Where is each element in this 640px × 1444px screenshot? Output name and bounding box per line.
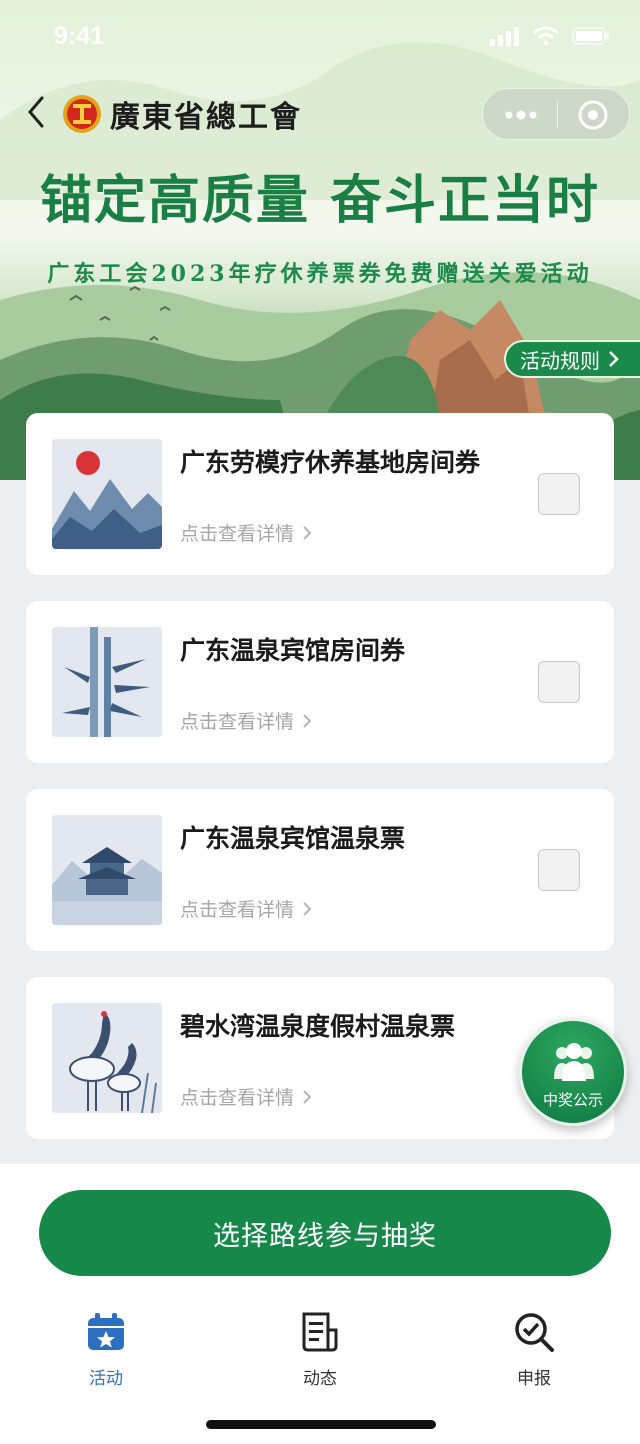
join-lottery-button[interactable]: 选择路线参与抽奖 — [39, 1190, 611, 1276]
chevron-right-icon — [303, 901, 312, 916]
tab-bar: 活动 动态 申报 — [0, 1310, 640, 1390]
select-checkbox[interactable] — [538, 661, 580, 703]
ticket-card[interactable]: 广东劳模疗休养基地房间券 点击查看详情 — [26, 413, 614, 575]
chevron-right-icon — [303, 713, 312, 728]
bamboo-painting — [52, 627, 162, 737]
close-target-icon[interactable] — [577, 99, 609, 131]
chevron-right-icon — [303, 1089, 312, 1104]
detail-link-label: 点击查看详情 — [180, 1087, 295, 1109]
rules-button[interactable]: 活动规则 — [504, 340, 640, 378]
bottom-panel: 选择路线参与抽奖 活动 动态 申报 — [0, 1164, 640, 1444]
detail-link[interactable]: 点击查看详情 — [180, 707, 312, 734]
status-bar: 9:41 — [0, 0, 640, 76]
hero-banner: 9:41 廣東省總工會 锚定高质量 奋斗正当时 广东工会2023年疗休养票券免费… — [0, 0, 640, 480]
chevron-left-icon[interactable] — [24, 94, 48, 130]
detail-link-label: 点击查看详情 — [180, 899, 295, 921]
cranes-painting — [52, 1003, 162, 1113]
detail-link[interactable]: 点击查看详情 — [180, 1083, 312, 1110]
ticket-title: 广东劳模疗休养基地房间券 — [180, 448, 481, 477]
tab-label: 活动 — [89, 1369, 123, 1389]
tab-label: 动态 — [303, 1369, 337, 1389]
ticket-title: 广东温泉宾馆温泉票 — [180, 824, 406, 853]
union-emblem-icon — [63, 95, 101, 133]
slogan-title: 锚定高质量 奋斗正当时 — [39, 170, 601, 231]
activity-subtitle: 广东工会2023年疗休养票券免费赠送关爱活动 — [47, 261, 593, 287]
status-time: 9:41 — [54, 22, 105, 50]
pavilion-painting — [52, 815, 162, 925]
detail-link-label: 点击查看详情 — [180, 711, 295, 733]
calendar-star-icon — [88, 1313, 124, 1350]
ticket-card[interactable]: 广东温泉宾馆房间券 点击查看详情 — [26, 601, 614, 763]
winners-label: 中奖公示 — [542, 1091, 603, 1109]
mountains-sun-painting — [52, 439, 162, 549]
detail-link[interactable]: 点击查看详情 — [180, 519, 312, 546]
home-indicator — [206, 1420, 436, 1429]
rules-label: 活动规则 — [520, 348, 600, 373]
document-icon — [302, 1312, 338, 1352]
chevron-right-icon — [609, 351, 619, 367]
tab-news[interactable]: 动态 — [260, 1310, 380, 1389]
union-logo: 廣東省總工會 — [62, 92, 302, 136]
detail-link-label: 点击查看详情 — [180, 523, 295, 545]
select-checkbox[interactable] — [538, 849, 580, 891]
signal-icon — [490, 27, 519, 46]
chevron-right-icon — [303, 525, 312, 540]
ticket-title: 广东温泉宾馆房间券 — [180, 636, 406, 665]
tab-activity[interactable]: 活动 — [46, 1310, 166, 1389]
select-checkbox[interactable] — [538, 473, 580, 515]
people-group-icon — [554, 1043, 594, 1081]
ticket-card[interactable]: 广东温泉宾馆温泉票 点击查看详情 — [26, 789, 614, 951]
tab-report[interactable]: 申报 — [474, 1310, 594, 1389]
detail-link[interactable]: 点击查看详情 — [180, 895, 312, 922]
wifi-icon — [533, 26, 559, 46]
battery-icon — [572, 27, 609, 45]
mini-program-capsule — [482, 88, 630, 140]
more-dots-icon[interactable] — [503, 103, 539, 127]
nav-bar: 廣東省總工會 — [0, 86, 640, 140]
search-check-icon — [515, 1313, 554, 1352]
winners-announcement-button[interactable]: 中奖公示 — [519, 1018, 627, 1126]
ticket-title: 碧水湾温泉度假村温泉票 — [180, 1012, 456, 1041]
logo-text: 廣東省總工會 — [110, 100, 302, 135]
tab-label: 申报 — [517, 1369, 551, 1389]
